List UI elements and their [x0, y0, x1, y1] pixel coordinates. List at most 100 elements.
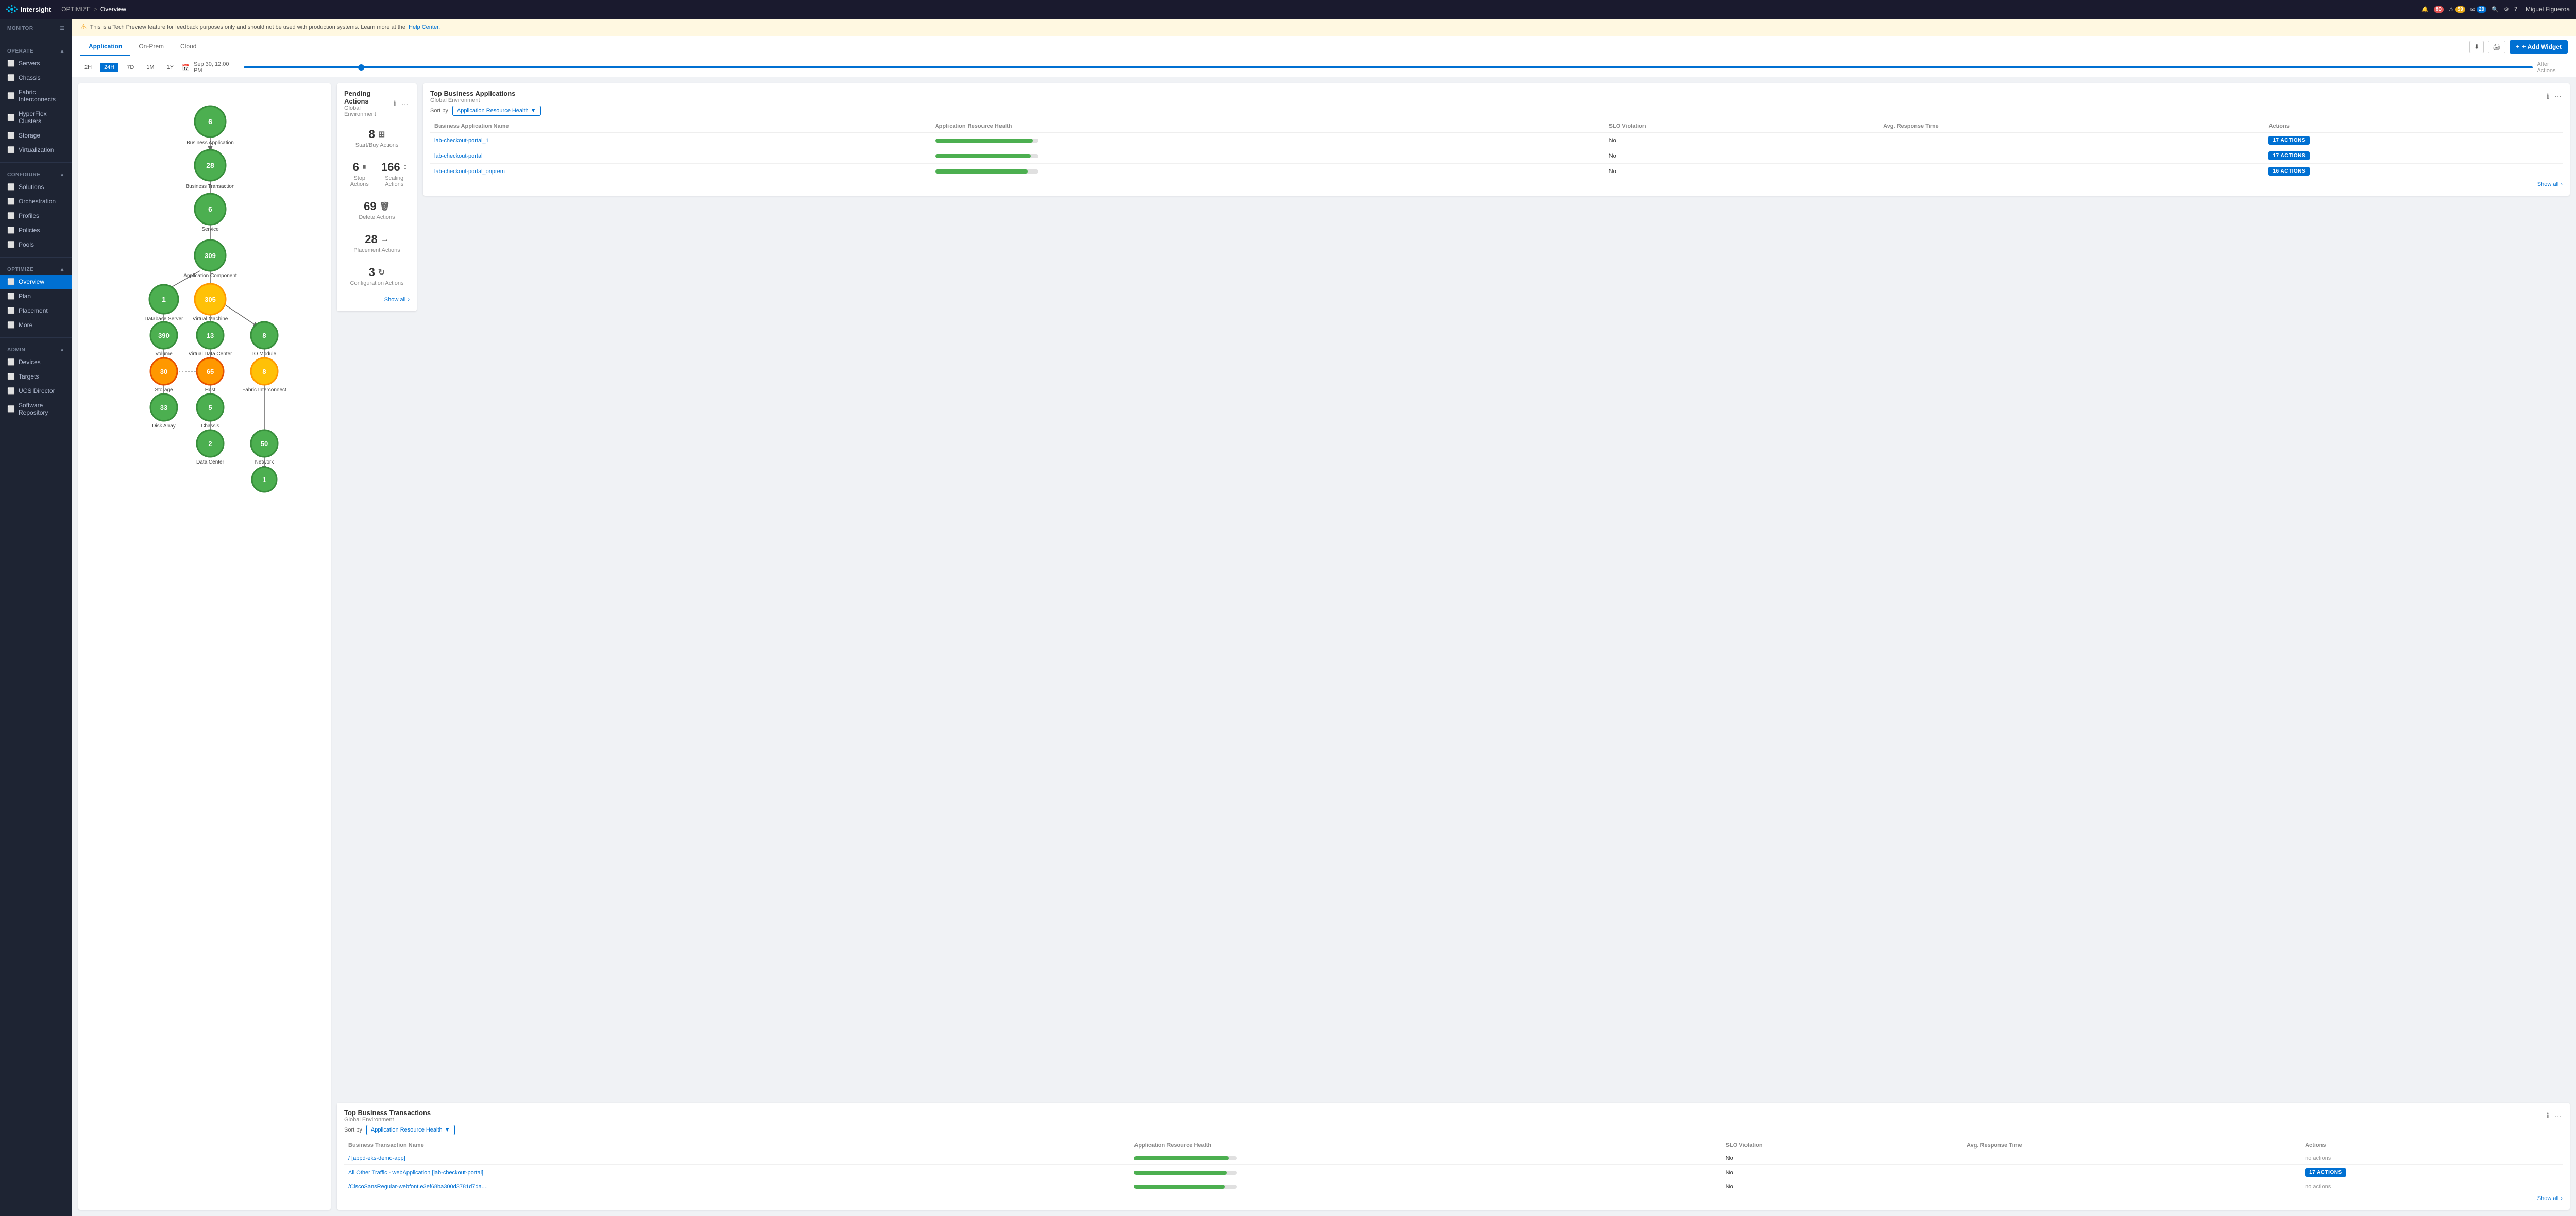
svg-text:1: 1 — [162, 295, 166, 303]
tx-link-0[interactable]: / [appd-eks-demo-app] — [348, 1155, 405, 1161]
calendar-icon[interactable]: 📅 — [182, 64, 190, 71]
top-apps-controls: ℹ ⋯ — [2546, 91, 2563, 102]
sidebar-item-storage[interactable]: ⬜ Storage — [0, 128, 72, 143]
chevron-up-icon: ▲ — [60, 48, 65, 54]
targets-icon: ⬜ — [7, 373, 14, 380]
sidebar-item-more[interactable]: ⬜ More — [0, 318, 72, 332]
yellow-badge-count: 59 — [2455, 6, 2465, 13]
apps-action-btn-1[interactable]: 17 ACTIONS — [2268, 151, 2310, 160]
logo[interactable]: Intersight — [6, 4, 51, 15]
apps-more-icon[interactable]: ⋯ — [2553, 91, 2563, 102]
apps-table-body: lab-checkout-portal_1 No 17 ACTIONS lab-… — [430, 133, 2563, 179]
sidebar-item-devices[interactable]: ⬜ Devices — [0, 355, 72, 369]
tx-link-2[interactable]: /CiscoSansRegular-webfont.e3ef68ba300d37… — [348, 1184, 488, 1190]
apps-link-2[interactable]: lab-checkout-portal_onprem — [434, 168, 505, 175]
sidebar-item-plan[interactable]: ⬜ Plan — [0, 289, 72, 303]
apps-link-0[interactable]: lab-checkout-portal_1 — [434, 138, 489, 144]
bell-icon[interactable]: 🔔 — [2421, 6, 2429, 13]
print-button[interactable]: 🖨 — [2488, 41, 2505, 53]
apps-action-btn-0[interactable]: 17 ACTIONS — [2268, 136, 2310, 145]
apps-show-all[interactable]: Show all › — [430, 179, 2563, 190]
svg-text:50: 50 — [261, 440, 268, 448]
apps-action-btn-2[interactable]: 16 ACTIONS — [2268, 167, 2310, 176]
user-menu[interactable]: Miguel Figueroa — [2526, 6, 2570, 13]
transactions-more-icon[interactable]: ⋯ — [2553, 1110, 2563, 1121]
sidebar-item-solutions[interactable]: ⬜ Solutions — [0, 180, 72, 194]
sidebar-operate-header[interactable]: OPERATE ▲ — [0, 44, 72, 56]
sidebar-item-placement[interactable]: ⬜ Placement — [0, 303, 72, 318]
transactions-info-icon[interactable]: ℹ — [2546, 1110, 2550, 1121]
devices-icon: ⬜ — [7, 358, 14, 366]
time-1m[interactable]: 1M — [142, 63, 158, 72]
topnav-right: 🔔 80 ⚠ 59 ✉ 29 🔍 ⚙ ? Miguel Figueroa — [2421, 6, 2570, 13]
tx-col-name: Business Transaction Name — [344, 1139, 1130, 1152]
sidebar-optimize-section: OPTIMIZE ▲ ⬜ Overview ⬜ Plan ⬜ Placement… — [0, 260, 72, 335]
add-widget-button[interactable]: + + Add Widget — [2510, 40, 2568, 54]
message-icon[interactable]: ✉ 29 — [2470, 6, 2486, 13]
apps-row-slo-1: No — [1605, 148, 1879, 164]
help-icon[interactable]: ? — [2514, 6, 2517, 12]
help-center-link[interactable]: Help Center. — [409, 24, 440, 30]
tab-cloud[interactable]: Cloud — [172, 38, 205, 56]
sidebar-item-hyperflex[interactable]: ⬜ HyperFlex Clusters — [0, 107, 72, 128]
sidebar-item-overview[interactable]: ⬜ Overview — [0, 275, 72, 289]
sidebar-item-virtualization[interactable]: ⬜ Virtualization — [0, 143, 72, 157]
sidebar-monitor-header[interactable]: MONITOR ☰ — [0, 22, 72, 33]
sidebar-item-software-repo[interactable]: ⬜ Software Repository — [0, 398, 72, 420]
time-7d[interactable]: 7D — [123, 63, 138, 72]
tx-row-health-1 — [1130, 1165, 1721, 1180]
transactions-show-all[interactable]: Show all › — [344, 1193, 2563, 1204]
tx-action-btn-1[interactable]: 17 ACTIONS — [2305, 1168, 2346, 1177]
apps-info-icon[interactable]: ℹ — [2546, 91, 2550, 102]
sidebar-optimize-header[interactable]: OPTIMIZE ▲ — [0, 263, 72, 275]
scaling-icon: ↕ — [403, 163, 408, 172]
time-1y[interactable]: 1Y — [163, 63, 178, 72]
apps-health-fill-0 — [935, 139, 1033, 143]
sidebar-item-servers[interactable]: ⬜ Servers — [0, 56, 72, 71]
red-badge-count: 80 — [2434, 6, 2444, 13]
apps-link-1[interactable]: lab-checkout-portal — [434, 153, 483, 159]
pools-icon: ⬜ — [7, 241, 14, 248]
sidebar-item-ucs[interactable]: ⬜ UCS Director — [0, 384, 72, 398]
sidebar-item-policies[interactable]: ⬜ Policies — [0, 223, 72, 237]
apps-sort-select[interactable]: Application Resource Health ▼ — [452, 106, 541, 116]
pending-info-icon[interactable]: ℹ — [393, 98, 397, 109]
transactions-table-body: / [appd-eks-demo-app] No no actions All … — [344, 1152, 2563, 1193]
alert-red-icon[interactable]: 80 — [2434, 6, 2444, 13]
sidebar-configure-header[interactable]: CONFIGURE ▲ — [0, 168, 72, 180]
tx-row-actions-1: 17 ACTIONS — [2301, 1165, 2563, 1180]
svg-text:Data Center: Data Center — [196, 459, 225, 465]
sidebar-item-pools[interactable]: ⬜ Pools — [0, 237, 72, 252]
settings-icon[interactable]: ⚙ — [2504, 6, 2509, 13]
tab-application[interactable]: Application — [80, 38, 130, 56]
sidebar-item-fabric-interconnects[interactable]: ⬜ Fabric Interconnects — [0, 85, 72, 107]
tx-col-actions: Actions — [2301, 1139, 2563, 1152]
time-2h[interactable]: 2H — [80, 63, 96, 72]
search-icon[interactable]: 🔍 — [2492, 6, 2499, 13]
sidebar-admin-header[interactable]: ADMIN ▲ — [0, 343, 72, 355]
alert-yellow-icon[interactable]: ⚠ 59 — [2449, 6, 2465, 13]
tx-health-bar-2 — [1134, 1185, 1237, 1189]
pending-more-icon[interactable]: ⋯ — [400, 98, 410, 109]
svg-text:65: 65 — [207, 368, 214, 375]
config-label: Configuration Actions — [346, 280, 408, 286]
apps-col-actions: Actions — [2264, 120, 2563, 133]
time-24h[interactable]: 24H — [100, 63, 118, 72]
transactions-sort-select[interactable]: Application Resource Health ▼ — [366, 1125, 455, 1135]
time-slider[interactable] — [244, 66, 2533, 68]
pending-show-all[interactable]: Show all › — [344, 295, 410, 305]
svg-text:Virtual Machine: Virtual Machine — [193, 316, 228, 322]
main-scroll-area: 6 Business Application 28 Business Trans… — [72, 77, 2576, 1216]
tx-link-1[interactable]: All Other Traffic - webApplication [lab-… — [348, 1170, 483, 1176]
download-button[interactable]: ⬇ — [2469, 41, 2484, 53]
tab-onprem[interactable]: On-Prem — [130, 38, 172, 56]
sidebar-item-orchestration[interactable]: ⬜ Orchestration — [0, 194, 72, 209]
breadcrumb-root[interactable]: OPTIMIZE — [61, 6, 91, 13]
svg-text:30: 30 — [160, 368, 167, 375]
sidebar-item-chassis[interactable]: ⬜ Chassis — [0, 71, 72, 85]
sidebar-item-profiles[interactable]: ⬜ Profiles — [0, 209, 72, 223]
tx-table-row: /CiscoSansRegular-webfont.e3ef68ba300d37… — [344, 1180, 2563, 1193]
svg-text:Volume: Volume — [155, 351, 173, 357]
tx-row-response-1 — [1962, 1165, 2301, 1180]
sidebar-item-targets[interactable]: ⬜ Targets — [0, 369, 72, 384]
